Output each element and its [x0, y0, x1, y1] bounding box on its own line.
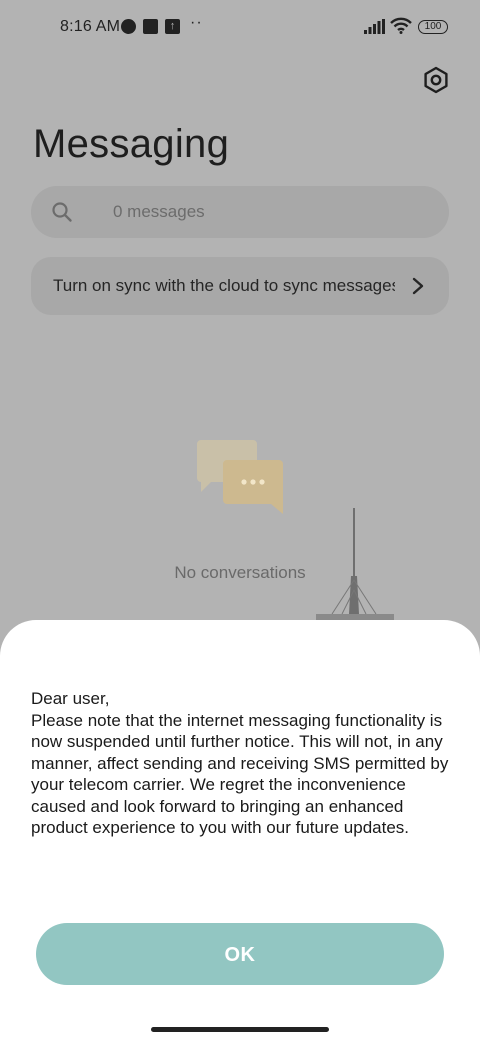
- search-bar[interactable]: 0 messages: [31, 186, 449, 238]
- signal-icon: [364, 19, 385, 34]
- notice-dialog: Dear user, Please note that the internet…: [0, 620, 480, 1040]
- sync-banner-text: Turn on sync with the cloud to sync mess…: [53, 276, 395, 295]
- status-bar: 8:16 AM ↑ ·· 100: [0, 0, 480, 56]
- home-indicator[interactable]: [151, 1027, 329, 1032]
- search-input[interactable]: 0 messages: [113, 202, 205, 222]
- upload-icon: ↑: [165, 19, 180, 34]
- wifi-icon: [390, 17, 412, 34]
- settings-hex-icon[interactable]: [420, 64, 452, 96]
- search-icon: [52, 202, 72, 222]
- dialog-message: Dear user, Please note that the internet…: [31, 689, 449, 837]
- empty-state-text: No conversations: [174, 563, 306, 582]
- status-overflow: ··: [190, 14, 203, 31]
- sync-banner[interactable]: Turn on sync with the cloud to sync mess…: [31, 257, 449, 315]
- status-time: 8:16 AM: [60, 18, 121, 35]
- page-title: Messaging: [33, 122, 230, 166]
- chat-bubbles-icon: [197, 440, 283, 514]
- battery-icon: 100: [418, 20, 448, 34]
- tower-illustration: [316, 508, 394, 622]
- motorola-icon: [121, 19, 136, 34]
- chevron-right-icon: [412, 277, 424, 295]
- square-app-icon: [143, 19, 158, 34]
- ok-button[interactable]: OK: [36, 923, 444, 985]
